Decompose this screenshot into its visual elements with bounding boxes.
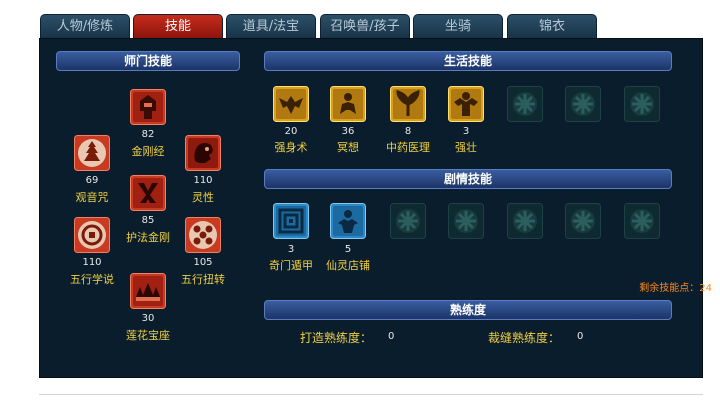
skill-value: 30 <box>141 313 155 324</box>
skill-name: 中药医理 <box>386 141 430 154</box>
skill-name: 强身术 <box>274 141 308 154</box>
tab-mount[interactable]: 坐骑 <box>413 14 503 38</box>
empty-slot-icon <box>507 86 543 122</box>
skill-name: 强壮 <box>455 141 477 154</box>
skill-value: 105 <box>193 257 213 268</box>
empty-slot-icon <box>390 203 426 239</box>
lotus-icon[interactable] <box>130 273 166 309</box>
guardian-icon[interactable] <box>130 175 166 211</box>
skill-value: 82 <box>141 129 155 140</box>
tailor-proficiency-label: 裁缝熟练度： <box>488 331 561 345</box>
school-skills-header: 师门技能 <box>56 51 240 71</box>
tailor-proficiency-value: 0 <box>577 331 584 342</box>
skill-name: 仙灵店铺 <box>326 259 370 272</box>
life-skills-header: 生活技能 <box>264 51 672 71</box>
skill-value: 36 <box>341 126 355 137</box>
skill-name: 灵性 <box>192 191 214 204</box>
tab-skills[interactable]: 技能 <box>133 14 223 38</box>
muscle-icon[interactable] <box>448 86 484 122</box>
tab-items[interactable]: 道具/法宝 <box>226 14 316 38</box>
skills-panel: 师门技能 生活技能 剧情技能 熟练度 82 金刚经 69 观音咒 110 灵性 … <box>39 38 712 378</box>
empty-slot-icon <box>565 86 601 122</box>
skill-name: 莲花宝座 <box>126 329 170 342</box>
idol-icon[interactable] <box>130 89 166 125</box>
forge-proficiency-label: 打造熟练度： <box>300 331 373 345</box>
skill-value: 3 <box>462 126 470 137</box>
remaining-skill-points: 剩余技能点：24 <box>639 283 712 294</box>
skill-value: 110 <box>82 257 102 268</box>
skill-name: 冥想 <box>337 141 359 154</box>
skill-value: 20 <box>284 126 298 137</box>
skill-name: 观音咒 <box>75 191 109 204</box>
skill-name: 金刚经 <box>131 145 165 158</box>
meditation-icon[interactable] <box>330 86 366 122</box>
proficiency-header: 熟练度 <box>264 300 672 320</box>
forge-proficiency-value: 0 <box>388 331 395 342</box>
five-dots-icon[interactable] <box>185 217 221 253</box>
skill-value: 85 <box>141 215 155 226</box>
tab-outfit[interactable]: 锦衣 <box>507 14 597 38</box>
empty-slot-icon <box>624 203 660 239</box>
empty-slot-icon <box>448 203 484 239</box>
maze-icon[interactable] <box>273 203 309 239</box>
story-skills-header: 剧情技能 <box>264 169 672 189</box>
fairy-shop-icon[interactable] <box>330 203 366 239</box>
five-elements-icon[interactable] <box>74 217 110 253</box>
divider <box>39 394 703 395</box>
empty-slot-icon <box>624 86 660 122</box>
skill-value: 8 <box>404 126 412 137</box>
skill-name: 五行学说 <box>70 273 114 286</box>
tab-character[interactable]: 人物/修炼 <box>40 14 130 38</box>
skill-name: 五行扭转 <box>181 273 225 286</box>
skill-name: 护法金刚 <box>126 231 170 244</box>
skill-value: 5 <box>344 244 352 255</box>
empty-slot-icon <box>565 203 601 239</box>
herb-icon[interactable] <box>390 86 426 122</box>
skill-value: 3 <box>287 244 295 255</box>
empty-slot-icon <box>507 203 543 239</box>
pagoda-icon[interactable] <box>74 135 110 171</box>
skill-value: 69 <box>85 175 99 186</box>
skill-value: 110 <box>193 175 213 186</box>
demon-head-icon[interactable] <box>185 135 221 171</box>
tab-summons[interactable]: 召唤兽/孩子 <box>320 14 410 38</box>
strength-icon[interactable] <box>273 86 309 122</box>
